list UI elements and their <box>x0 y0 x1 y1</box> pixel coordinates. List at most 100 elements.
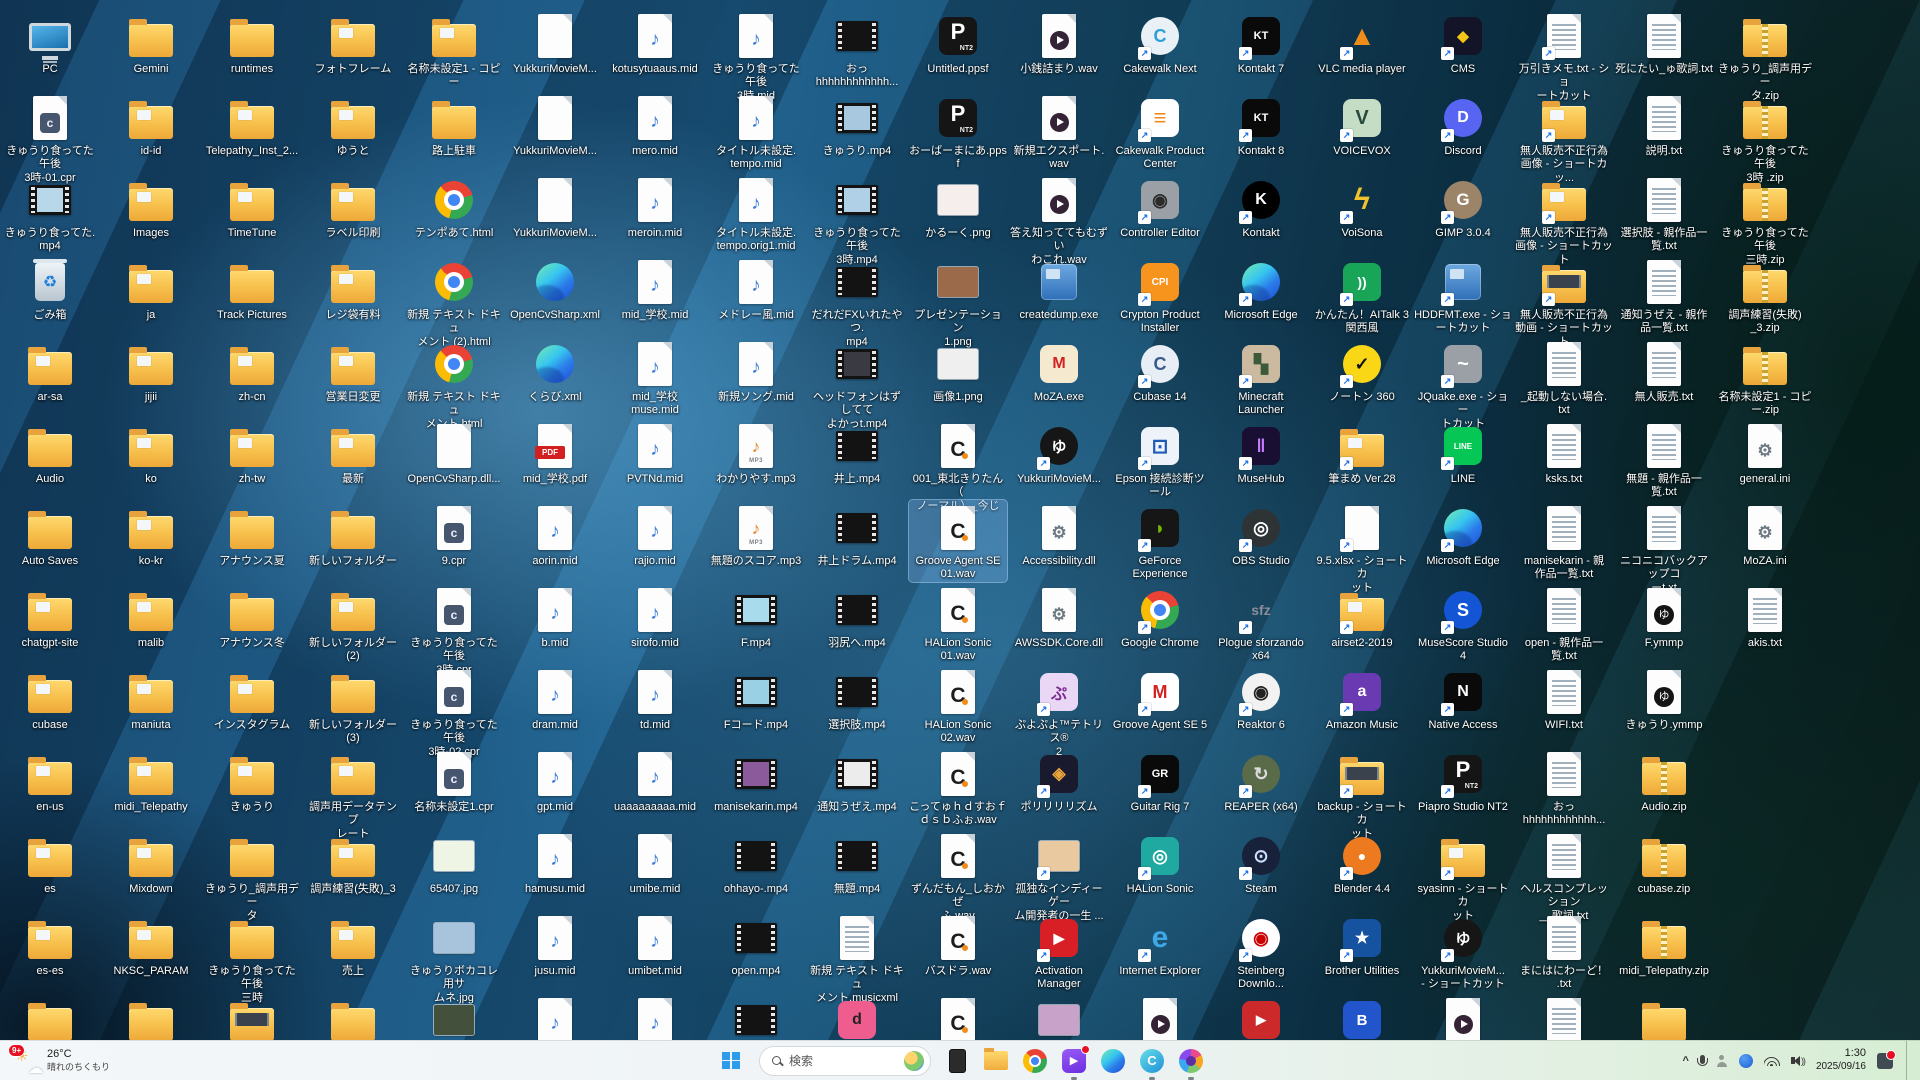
desktop-icon-r5-c10[interactable]: 画像1.png <box>909 336 1007 404</box>
desktop-icon-r9-c12[interactable]: M ↗ Groove Agent SE 5 <box>1111 664 1209 732</box>
desktop-icon-r1-c4[interactable]: フォトフレーム <box>304 8 402 76</box>
desktop-icon-r3-c17[interactable]: 選択肢 - 親作品一 覧.txt <box>1615 172 1713 254</box>
desktop-icon-r10-c6[interactable]: ♪ gpt.mid <box>506 746 604 814</box>
desktop-icon-r2-c1[interactable]: c きゅうり食ってた午後 3時-01.cpr <box>1 90 99 185</box>
desktop-icon-r5-c13[interactable]: ▚ ↗ Minecraft Launcher <box>1212 336 1310 418</box>
desktop-icon-r8-c9[interactable]: 羽尻へ.mp4 <box>808 582 906 650</box>
desktop-icon-r5-c15[interactable]: ~ ↗ JQuake.exe - ショー トカット <box>1414 336 1512 431</box>
desktop-icon-r3-c3[interactable]: TimeTune <box>203 172 301 240</box>
desktop-icon-r12-c2[interactable]: NKSC_PARAM <box>102 910 200 978</box>
clock[interactable]: 1:30 2025/09/16 <box>1816 1047 1866 1073</box>
desktop-icon-r2-c7[interactable]: ♪ mero.mid <box>606 90 704 158</box>
desktop-icon-r10-c12[interactable]: GR ↗ Guitar Rig 7 <box>1111 746 1209 814</box>
desktop-icon-r10-c13[interactable]: ↻ ↗ REAPER (x64) <box>1212 746 1310 814</box>
desktop-icon-r5-c7[interactable]: ♪ mid_学校 muse.mid <box>606 336 704 418</box>
desktop-icon-r2-c17[interactable]: 説明.txt <box>1615 90 1713 158</box>
desktop-icon-r12-c3[interactable]: きゅうり食ってた午後 三時 <box>203 910 301 1005</box>
desktop-icon-r1-c6[interactable]: YukkuriMovieM... <box>506 8 604 76</box>
desktop-icon-r3-c1[interactable]: きゅうり食ってた.mp4 <box>1 172 99 254</box>
desktop-icon-r7-c13[interactable]: ◎ ↗ OBS Studio <box>1212 500 1310 568</box>
desktop-icon-r2-c11[interactable]: 新規エクスポート. wav <box>1010 90 1108 172</box>
desktop-icon-r4-c16[interactable]: ↗無人販売不正行為 動画 - ショートカット <box>1515 254 1613 349</box>
desktop-icon-r11-c2[interactable]: Mixdown <box>102 828 200 896</box>
desktop-icon-r11-c3[interactable]: きゅうり_調声用デー タ <box>203 828 301 923</box>
desktop-icon-r8-c5[interactable]: cきゅうり食ってた午後 3時.cpr <box>405 582 503 677</box>
desktop-icon-r2-c4[interactable]: ゆうと <box>304 90 402 158</box>
desktop-icon-r4-c2[interactable]: ja <box>102 254 200 322</box>
desktop-icon-r9-c11[interactable]: ぷ ↗ ぷよぷよ™テトリス® 2 <box>1010 664 1108 759</box>
desktop-icon-r3-c7[interactable]: ♪ meroin.mid <box>606 172 704 240</box>
taskbar-app-media-player[interactable]: ▶ <box>1061 1044 1090 1080</box>
desktop-icon-r13-c9[interactable]: d <box>808 992 906 1047</box>
desktop-icon-r9-c13[interactable]: ◉ ↗ Reaktor 6 <box>1212 664 1310 732</box>
desktop-icon-r1-c2[interactable]: Gemini <box>102 8 200 76</box>
desktop-icon-r10-c11[interactable]: ◈ ↗ ポリリリリズム <box>1010 746 1108 814</box>
desktop-icon-r5-c16[interactable]: _起動しない場合. txt <box>1515 336 1613 418</box>
desktop-icon-r12-c14[interactable]: ★ ↗ Brother Utilities <box>1313 910 1411 978</box>
desktop-icon-r7-c4[interactable]: 新しいフォルダー <box>304 500 402 568</box>
desktop-icon-r5-c14[interactable]: ✓ ↗ ノートン 360 <box>1313 336 1411 404</box>
desktop-icon-r7-c12[interactable]: ◗ ↗ GeForce Experience <box>1111 500 1209 582</box>
desktop-icon-r9-c9[interactable]: 選択肢.mp4 <box>808 664 906 732</box>
desktop-icon-r13-c13[interactable]: ▶ <box>1212 992 1310 1047</box>
desktop-icon-r9-c14[interactable]: a ↗ Amazon Music <box>1313 664 1411 732</box>
desktop-icon-r12-c12[interactable]: e ↗ Internet Explorer <box>1111 910 1209 978</box>
desktop-icon-r12-c13[interactable]: ◉ ↗ Steinberg Downlo... <box>1212 910 1310 992</box>
desktop-icon-r3-c12[interactable]: ◉ ↗ Controller Editor <box>1111 172 1209 240</box>
desktop-icon-r1-c15[interactable]: ◆ ↗ CMS <box>1414 8 1512 76</box>
desktop-icon-r3-c11[interactable]: 答え知っててもむずい わこれ.wav <box>1010 172 1108 267</box>
desktop-icon-r8-c14[interactable]: ↗ airset2-2019 <box>1313 582 1411 650</box>
desktop-icon-r6-c14[interactable]: ↗ 筆まめ Ver.28 <box>1313 418 1411 486</box>
desktop-icon-r8-c10[interactable]: C HALion Sonic 01.wav <box>909 582 1007 664</box>
desktop-icon-r2-c9[interactable]: きゅうり.mp4 <box>808 90 906 158</box>
desktop-icon-r7-c8[interactable]: ♪ MP3 無題のスコア.mp3 <box>707 500 805 568</box>
desktop-icon-r13-c15[interactable] <box>1414 992 1512 1047</box>
desktop-icon-r6-c4[interactable]: 最新 <box>304 418 402 486</box>
desktop-icon-r13-c7[interactable]: ♪ <box>606 992 704 1047</box>
desktop-icon-r2-c14[interactable]: V ↗ VOICEVOX <box>1313 90 1411 158</box>
desktop-icon-r11-c4[interactable]: 調声練習(失敗)_3 <box>304 828 402 896</box>
desktop-icon-r1-c18[interactable]: きゅうり_調声用デー タ.zip <box>1716 8 1814 103</box>
desktop-icon-r12-c4[interactable]: 売上 <box>304 910 402 978</box>
desktop-icon-r4-c3[interactable]: Track Pictures <box>203 254 301 322</box>
desktop-icon-r7-c15[interactable]: ↗ Microsoft Edge <box>1414 500 1512 568</box>
desktop-icon-r4-c14[interactable]: )) ↗ かんたん！AITalk 3 関西風 <box>1313 254 1411 336</box>
desktop-icon-r9-c15[interactable]: N ↗ Native Access <box>1414 664 1512 732</box>
desktop-icon-r4-c6[interactable]: OpenCvSharp.xml <box>506 254 604 322</box>
desktop-icon-r9-c6[interactable]: ♪ dram.mid <box>506 664 604 732</box>
desktop-icon-r8-c1[interactable]: chatgpt-site <box>1 582 99 650</box>
desktop-icon-r1-c3[interactable]: runtimes <box>203 8 301 76</box>
desktop-icon-r8-c13[interactable]: sfz ↗ Plogue sforzando x64 <box>1212 582 1310 664</box>
desktop-icon-r11-c10[interactable]: Cずんだもん_しおかぜ ふ.wav <box>909 828 1007 923</box>
desktop-icon-r2-c3[interactable]: Telepathy_Inst_2... <box>203 90 301 158</box>
desktop-icon-r11-c1[interactable]: es <box>1 828 99 896</box>
desktop-icon-r11-c11[interactable]: ↗ 孤独なインディーゲー ム開発者の一生 ... <box>1010 828 1108 923</box>
desktop-icon-r11-c7[interactable]: ♪ umibe.mid <box>606 828 704 896</box>
desktop-icon-r6-c9[interactable]: 井上.mp4 <box>808 418 906 486</box>
desktop-icon-r12-c7[interactable]: ♪ umibet.mid <box>606 910 704 978</box>
desktop-icon-r4-c8[interactable]: ♪ メドレー風.mid <box>707 254 805 322</box>
desktop-icon-r5-c4[interactable]: 営業日変更 <box>304 336 402 404</box>
desktop-icon-r11-c5[interactable]: 65407.jpg <box>405 828 503 896</box>
desktop-icon-r8-c4[interactable]: 新しいフォルダー (2) <box>304 582 402 664</box>
taskbar-app-voicevox[interactable]: C <box>1139 1048 1165 1080</box>
desktop-icon-r2-c8[interactable]: ♪ タイトル未設定. tempo.mid <box>707 90 805 172</box>
desktop-icon-r1-c17[interactable]: 死にたい_ゅ歌詞.txt <box>1615 8 1713 76</box>
desktop-icon-r1-c13[interactable]: KT ↗ Kontakt 7 <box>1212 8 1310 76</box>
desktop-icon-r11-c16[interactable]: ヘルスコンプレッション __歌詞.txt <box>1515 828 1613 923</box>
search-input[interactable]: 検索 <box>759 1045 931 1076</box>
desktop-icon-r10-c1[interactable]: en-us <box>1 746 99 814</box>
taskbar-app-phone-link[interactable] <box>944 1048 970 1074</box>
desktop-icon-r7-c10[interactable]: C Groove Agent SE 01.wav <box>908 499 1008 583</box>
desktop-icon-r7-c7[interactable]: ♪ rajio.mid <box>606 500 704 568</box>
desktop-icon-r11-c8[interactable]: ohhayo-.mp4 <box>707 828 805 896</box>
desktop-icon-r9-c3[interactable]: インスタグラム <box>203 664 301 732</box>
desktop-icon-r5-c12[interactable]: C ↗ Cubase 14 <box>1111 336 1209 404</box>
desktop-icon-r12-c6[interactable]: ♪ jusu.mid <box>506 910 604 978</box>
desktop-icon-r7-c14[interactable]: ↗ 9.5.xlsx - ショートカ ット <box>1313 500 1411 595</box>
desktop-icon-r4-c9[interactable]: だれだFXいれたやつ. mp4 <box>808 254 906 349</box>
desktop-icon-r13-c2[interactable] <box>102 992 200 1047</box>
desktop-icon-r12-c8[interactable]: open.mp4 <box>707 910 805 978</box>
desktop-icon-r9-c2[interactable]: maniuta <box>102 664 200 732</box>
user-presence-icon[interactable] <box>1716 1054 1728 1067</box>
